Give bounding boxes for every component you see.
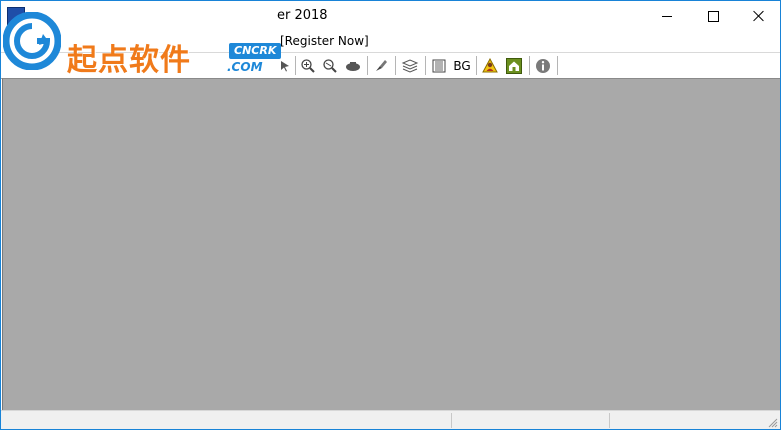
minimize-icon	[662, 15, 672, 17]
brush-icon	[376, 59, 387, 71]
watermark-text: 起点软件	[67, 43, 191, 78]
toolbar-separator	[425, 56, 426, 75]
maximize-button[interactable]	[690, 1, 736, 31]
watermark-domain: .COM	[227, 60, 263, 74]
brush-tool-button[interactable]	[371, 56, 391, 75]
info-icon	[536, 58, 550, 73]
home-button[interactable]	[504, 56, 524, 75]
status-pane	[1, 413, 452, 428]
bg-button[interactable]: BG	[451, 56, 473, 75]
zoom-in-icon	[301, 58, 315, 73]
drawing-canvas[interactable]	[2, 78, 780, 410]
toolbar-separator	[395, 56, 396, 75]
info-button[interactable]	[533, 56, 553, 75]
status-bar	[1, 410, 780, 429]
layers-button[interactable]	[400, 56, 420, 75]
toolbar-separator	[557, 56, 558, 75]
close-icon	[753, 10, 765, 22]
toolbar-separator	[476, 56, 477, 75]
logo-circle-icon	[3, 12, 61, 70]
maximize-icon	[707, 10, 719, 22]
grid-button[interactable]	[429, 56, 449, 75]
hand-icon	[346, 61, 360, 71]
status-pane	[452, 413, 610, 428]
zoom-fit-button[interactable]	[320, 56, 340, 75]
user-warning-button[interactable]	[480, 56, 500, 75]
zoom-in-button[interactable]	[298, 56, 318, 75]
layers-icon	[401, 58, 419, 73]
user-warning-icon	[482, 57, 498, 72]
menu-item-register[interactable]: [Register Now]	[280, 33, 369, 49]
toolbar-separator	[295, 56, 296, 75]
resize-grip-icon[interactable]	[768, 418, 778, 428]
watermark-logo: 起点软件 CNCRK .COM	[1, 9, 291, 79]
grid-icon	[432, 59, 446, 72]
toolbar-separator	[367, 56, 368, 75]
toolbar-separator	[529, 56, 530, 75]
home-icon	[506, 57, 522, 74]
watermark-badge: CNCRK	[229, 43, 282, 59]
bg-label: BG	[453, 58, 471, 73]
app-window: er 2018 [Register Now] BG 起点软件 CNCRK .CO…	[0, 0, 781, 430]
zoom-fit-icon	[323, 58, 337, 73]
hand-tool-button[interactable]	[343, 56, 363, 75]
minimize-button[interactable]	[644, 1, 690, 31]
close-button[interactable]	[736, 1, 780, 31]
